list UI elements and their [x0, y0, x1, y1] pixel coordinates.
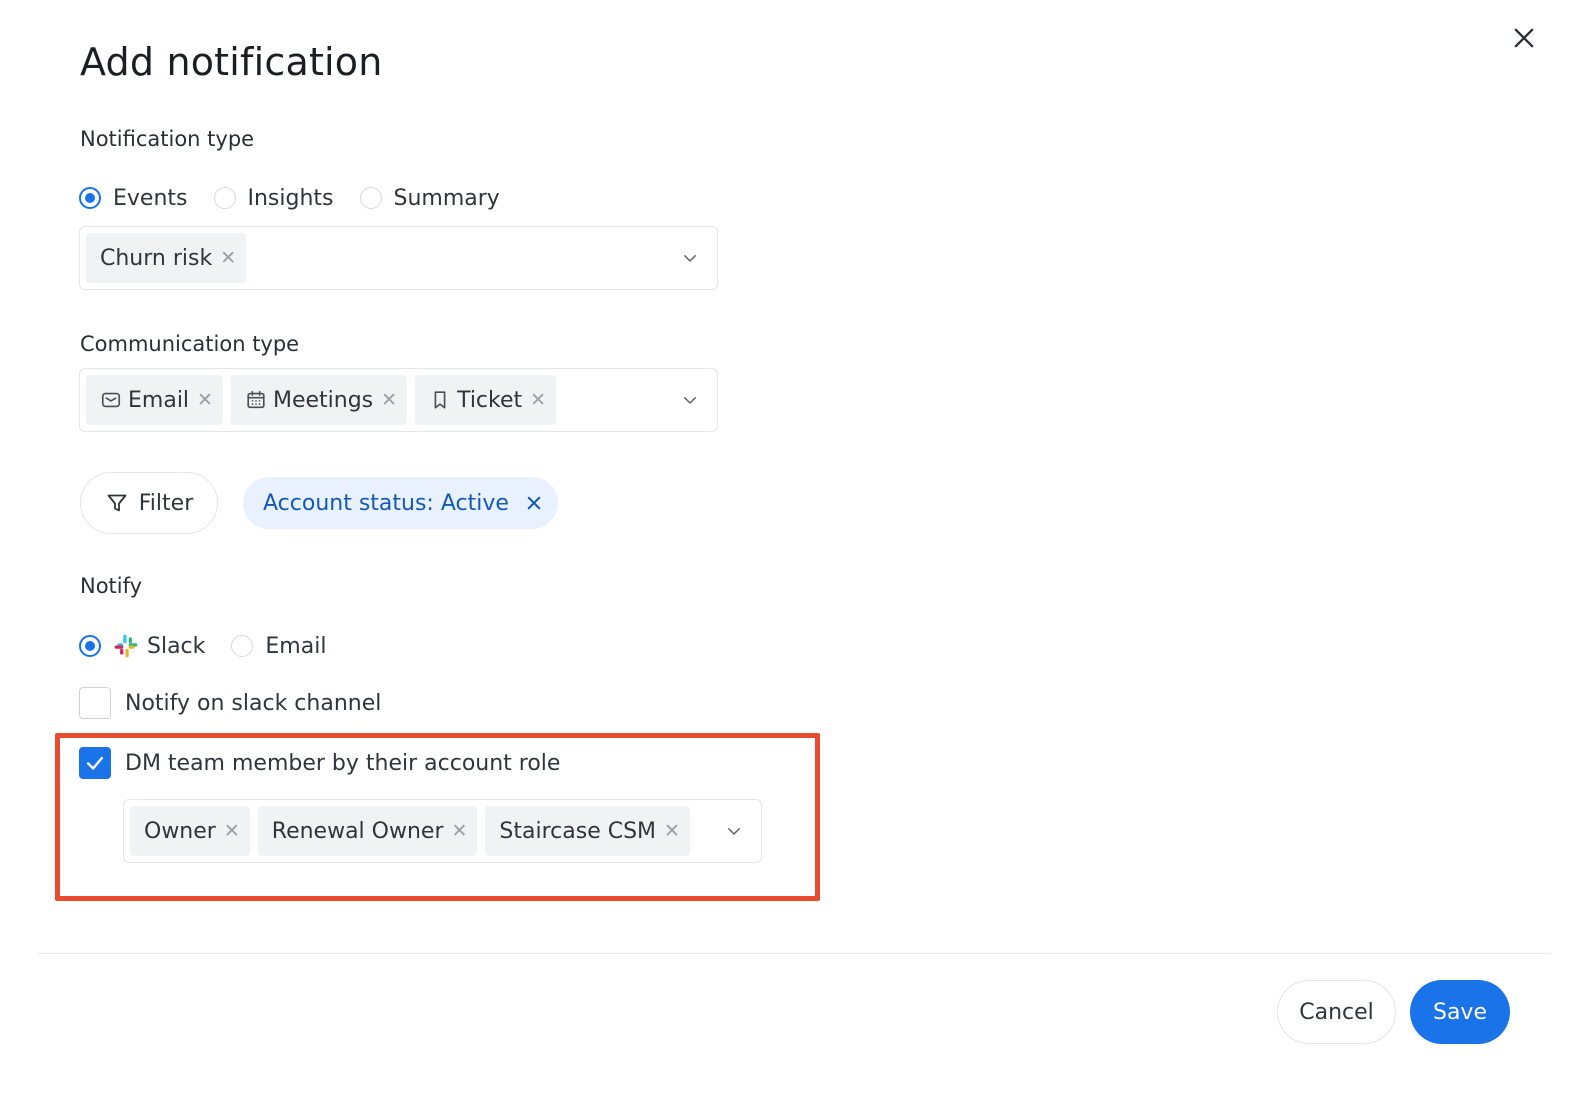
radio-option-insights[interactable]: Insights — [213, 185, 334, 211]
cancel-button[interactable]: Cancel — [1277, 980, 1396, 1044]
radio-label: Slack — [147, 633, 206, 659]
radio-button[interactable] — [79, 635, 101, 657]
chip-remove-icon[interactable]: ✕ — [452, 820, 468, 842]
chip-churn-risk: Churn risk ✕ — [86, 233, 247, 283]
radio-option-summary[interactable]: Summary — [359, 185, 500, 211]
radio-option-email[interactable]: Email — [231, 634, 326, 659]
active-filter-tag: Account status: Active — [243, 477, 558, 529]
radio-option-slack[interactable]: Slack — [79, 633, 205, 659]
add-notification-dialog: Add notification Notification type Event… — [0, 0, 1577, 1095]
calendar-icon — [247, 390, 265, 409]
chip-email: Email ✕ — [86, 375, 223, 425]
radio-option-events[interactable]: Events — [79, 186, 188, 211]
radio-button[interactable] — [231, 635, 254, 657]
notification-type-radio-group: Events Insights Summary — [79, 183, 526, 213]
chevron-down-icon[interactable] — [681, 249, 699, 267]
chip-label: Email — [128, 387, 190, 413]
radio-label: Events — [113, 185, 188, 211]
chip-label: Renewal Owner — [271, 818, 444, 844]
chevron-down-icon[interactable] — [681, 391, 699, 409]
chip-staircase-csm: Staircase CSM ✕ — [485, 806, 690, 856]
chip-owner: Owner ✕ — [130, 806, 250, 856]
chip-ticket: Ticket ✕ — [415, 375, 557, 425]
remove-filter-icon[interactable] — [525, 494, 543, 512]
chip-meetings: Meetings ✕ — [230, 375, 408, 425]
filter-icon — [107, 494, 127, 512]
chip-remove-icon[interactable]: ✕ — [224, 820, 240, 842]
chevron-down-icon[interactable] — [725, 822, 743, 840]
radio-button[interactable] — [79, 187, 101, 209]
event-type-select[interactable]: Churn risk ✕ — [79, 226, 718, 290]
chip-label: Churn risk — [100, 245, 213, 271]
notify-slack-channel-option[interactable]: Notify on slack channel — [79, 687, 381, 719]
account-role-select[interactable]: Owner ✕ Renewal Owner ✕ Staircase CSM ✕ — [123, 799, 762, 863]
radio-label: Insights — [247, 185, 334, 211]
chip-remove-icon[interactable]: ✕ — [197, 389, 213, 411]
dm-team-member-checkbox[interactable] — [79, 747, 111, 779]
radio-label: Email — [265, 633, 327, 659]
save-button[interactable]: Save — [1410, 980, 1510, 1044]
chip-remove-icon[interactable]: ✕ — [530, 389, 546, 411]
chip-label: Meetings — [272, 387, 374, 413]
chip-label: Owner — [144, 818, 216, 844]
footer-divider — [38, 953, 1550, 954]
chip-remove-icon[interactable]: ✕ — [381, 389, 397, 411]
notification-type-label: Notification type — [80, 127, 255, 151]
communication-type-label: Communication type — [80, 332, 300, 356]
radio-button[interactable] — [213, 187, 236, 209]
checkbox-label: Notify on slack channel — [125, 690, 382, 716]
bookmark-icon — [434, 391, 446, 409]
close-button[interactable] — [1510, 24, 1538, 52]
checkmark-icon — [86, 756, 104, 770]
checkbox-label: DM team member by their account role — [125, 750, 561, 776]
chip-remove-icon[interactable]: ✕ — [220, 247, 236, 269]
dialog-title: Add notification — [80, 40, 383, 84]
chip-label: Ticket — [457, 387, 523, 413]
filter-tag-label: Account status: Active — [263, 490, 509, 516]
filter-button[interactable]: Filter — [80, 472, 218, 534]
filter-button-label: Filter — [138, 490, 194, 516]
communication-type-select[interactable]: Email ✕ Meetings ✕ Ticket ✕ — [79, 368, 718, 432]
notify-label: Notify — [80, 574, 143, 598]
mail-icon — [101, 392, 121, 408]
radio-button[interactable] — [359, 187, 382, 209]
dm-team-member-option[interactable]: DM team member by their account role — [79, 747, 560, 779]
notify-channel-radio-group: Slack Email — [79, 631, 352, 661]
chip-remove-icon[interactable]: ✕ — [664, 820, 680, 842]
notify-slack-channel-checkbox[interactable] — [79, 687, 111, 719]
chip-renewal-owner: Renewal Owner ✕ — [257, 806, 478, 856]
radio-label: Summary — [393, 185, 500, 211]
close-icon — [1514, 28, 1534, 48]
slack-logo-icon — [114, 634, 138, 658]
chip-label: Staircase CSM — [499, 818, 657, 844]
